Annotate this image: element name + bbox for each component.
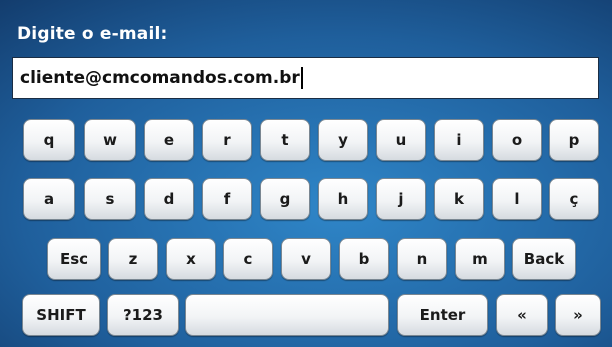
- key-y[interactable]: y: [318, 119, 368, 161]
- enter-key[interactable]: Enter: [397, 294, 488, 336]
- key-h[interactable]: h: [318, 178, 368, 220]
- key-p[interactable]: p: [549, 119, 599, 161]
- key-i[interactable]: i: [434, 119, 484, 161]
- key-e[interactable]: e: [144, 119, 194, 161]
- space-key[interactable]: [185, 294, 389, 336]
- email-prompt-label: Digite o e-mail:: [17, 24, 168, 44]
- email-input-screen: Digite o e-mail: cliente@cmcomandos.com.…: [0, 0, 612, 347]
- email-field-value: cliente@cmcomandos.com.br: [20, 68, 300, 88]
- numbers-key[interactable]: ?123: [107, 294, 179, 336]
- backspace-key[interactable]: Back: [512, 238, 576, 280]
- key-a[interactable]: a: [23, 178, 75, 220]
- key-n[interactable]: n: [397, 238, 447, 280]
- key-b[interactable]: b: [339, 238, 389, 280]
- esc-key[interactable]: Esc: [47, 238, 101, 280]
- key-k[interactable]: k: [434, 178, 484, 220]
- key-l[interactable]: l: [492, 178, 542, 220]
- key-d[interactable]: d: [144, 178, 194, 220]
- email-field[interactable]: cliente@cmcomandos.com.br: [12, 57, 599, 99]
- key-z[interactable]: z: [108, 238, 158, 280]
- key-s[interactable]: s: [84, 178, 136, 220]
- key-v[interactable]: v: [281, 238, 331, 280]
- key-x[interactable]: x: [166, 238, 216, 280]
- key-g[interactable]: g: [260, 178, 310, 220]
- cursor-left-key[interactable]: «: [496, 294, 548, 336]
- cursor-right-key[interactable]: »: [555, 294, 601, 336]
- key-w[interactable]: w: [84, 119, 136, 161]
- key-t[interactable]: t: [260, 119, 310, 161]
- key-q[interactable]: q: [23, 119, 75, 161]
- key-m[interactable]: m: [455, 238, 505, 280]
- key-r[interactable]: r: [202, 119, 252, 161]
- key-c[interactable]: c: [223, 238, 273, 280]
- key-f[interactable]: f: [202, 178, 252, 220]
- shift-key[interactable]: SHIFT: [22, 294, 100, 336]
- key-o[interactable]: o: [492, 119, 542, 161]
- key-u[interactable]: u: [376, 119, 426, 161]
- text-caret: [300, 67, 303, 89]
- key-j[interactable]: j: [376, 178, 426, 220]
- key-c-cedilla[interactable]: ç: [549, 178, 599, 220]
